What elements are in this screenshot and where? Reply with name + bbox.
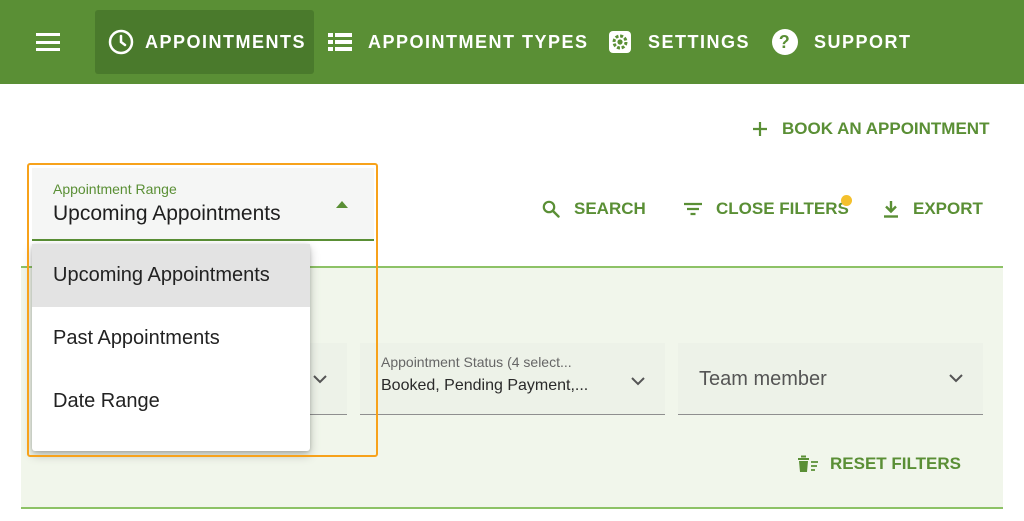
- active-filter-badge: [841, 195, 852, 206]
- download-icon: [884, 201, 898, 218]
- divider: [21, 507, 1003, 509]
- nav-item-label: SETTINGS: [648, 31, 751, 52]
- svg-text:?: ?: [779, 32, 792, 52]
- menu-option-past[interactable]: Past Appointments: [32, 307, 310, 370]
- menu-option-upcoming[interactable]: Upcoming Appointments: [32, 244, 310, 307]
- gear-icon: [609, 31, 631, 53]
- appointment-range-select[interactable]: Appointment Range Upcoming Appointments: [32, 168, 374, 241]
- nav-item-support[interactable]: ? SUPPORT: [771, 10, 912, 74]
- filter-icon: [684, 202, 702, 216]
- appointment-range-menu: Upcoming Appointments Past Appointments …: [32, 244, 310, 451]
- clock-icon: [108, 29, 134, 55]
- help-icon: ?: [772, 29, 798, 55]
- plus-icon: [753, 122, 767, 136]
- top-nav-bar: APPOINTMENTS APPOINTMENT TYPES SETTINGS …: [0, 0, 1024, 84]
- search-icon: [542, 200, 560, 218]
- nav-item-label: APPOINTMENTS: [145, 31, 307, 52]
- nav-item-settings[interactable]: SETTINGS: [608, 10, 750, 74]
- appointment-status-select[interactable]: Appointment Status (4 select... Booked, …: [360, 343, 665, 415]
- menu-option-date-range[interactable]: Date Range: [32, 370, 310, 433]
- appointment-status-label: Appointment Status (4 select...: [381, 354, 572, 370]
- reset-filters-button[interactable]: RESET FILTERS: [797, 454, 961, 474]
- nav-item-label: APPOINTMENT TYPES: [368, 31, 589, 52]
- appointment-status-value: Booked, Pending Payment,...: [381, 377, 589, 394]
- list-icon: [328, 33, 352, 51]
- chevron-down-icon: [313, 375, 327, 384]
- nav-item-label: SUPPORT: [814, 31, 912, 52]
- export-button[interactable]: EXPORT: [883, 199, 983, 219]
- search-button[interactable]: SEARCH: [542, 199, 646, 219]
- clear-filters-icon: [798, 455, 818, 472]
- caret-up-icon[interactable]: [336, 201, 348, 208]
- nav-item-appointment-types[interactable]: APPOINTMENT TYPES: [328, 10, 589, 74]
- chevron-down-icon: [631, 377, 645, 386]
- chevron-down-icon: [949, 374, 963, 383]
- team-member-placeholder: Team member: [699, 368, 827, 390]
- menu-icon[interactable]: [36, 33, 60, 51]
- close-filters-button[interactable]: CLOSE FILTERS: [683, 199, 849, 219]
- appointment-range-value: Upcoming Appointments: [53, 202, 281, 225]
- team-member-select[interactable]: Team member: [678, 343, 983, 415]
- book-appointment-button[interactable]: BOOK AN APPOINTMENT: [752, 119, 989, 139]
- nav-item-appointments[interactable]: APPOINTMENTS: [95, 10, 314, 74]
- appointment-range-label: Appointment Range: [53, 181, 177, 197]
